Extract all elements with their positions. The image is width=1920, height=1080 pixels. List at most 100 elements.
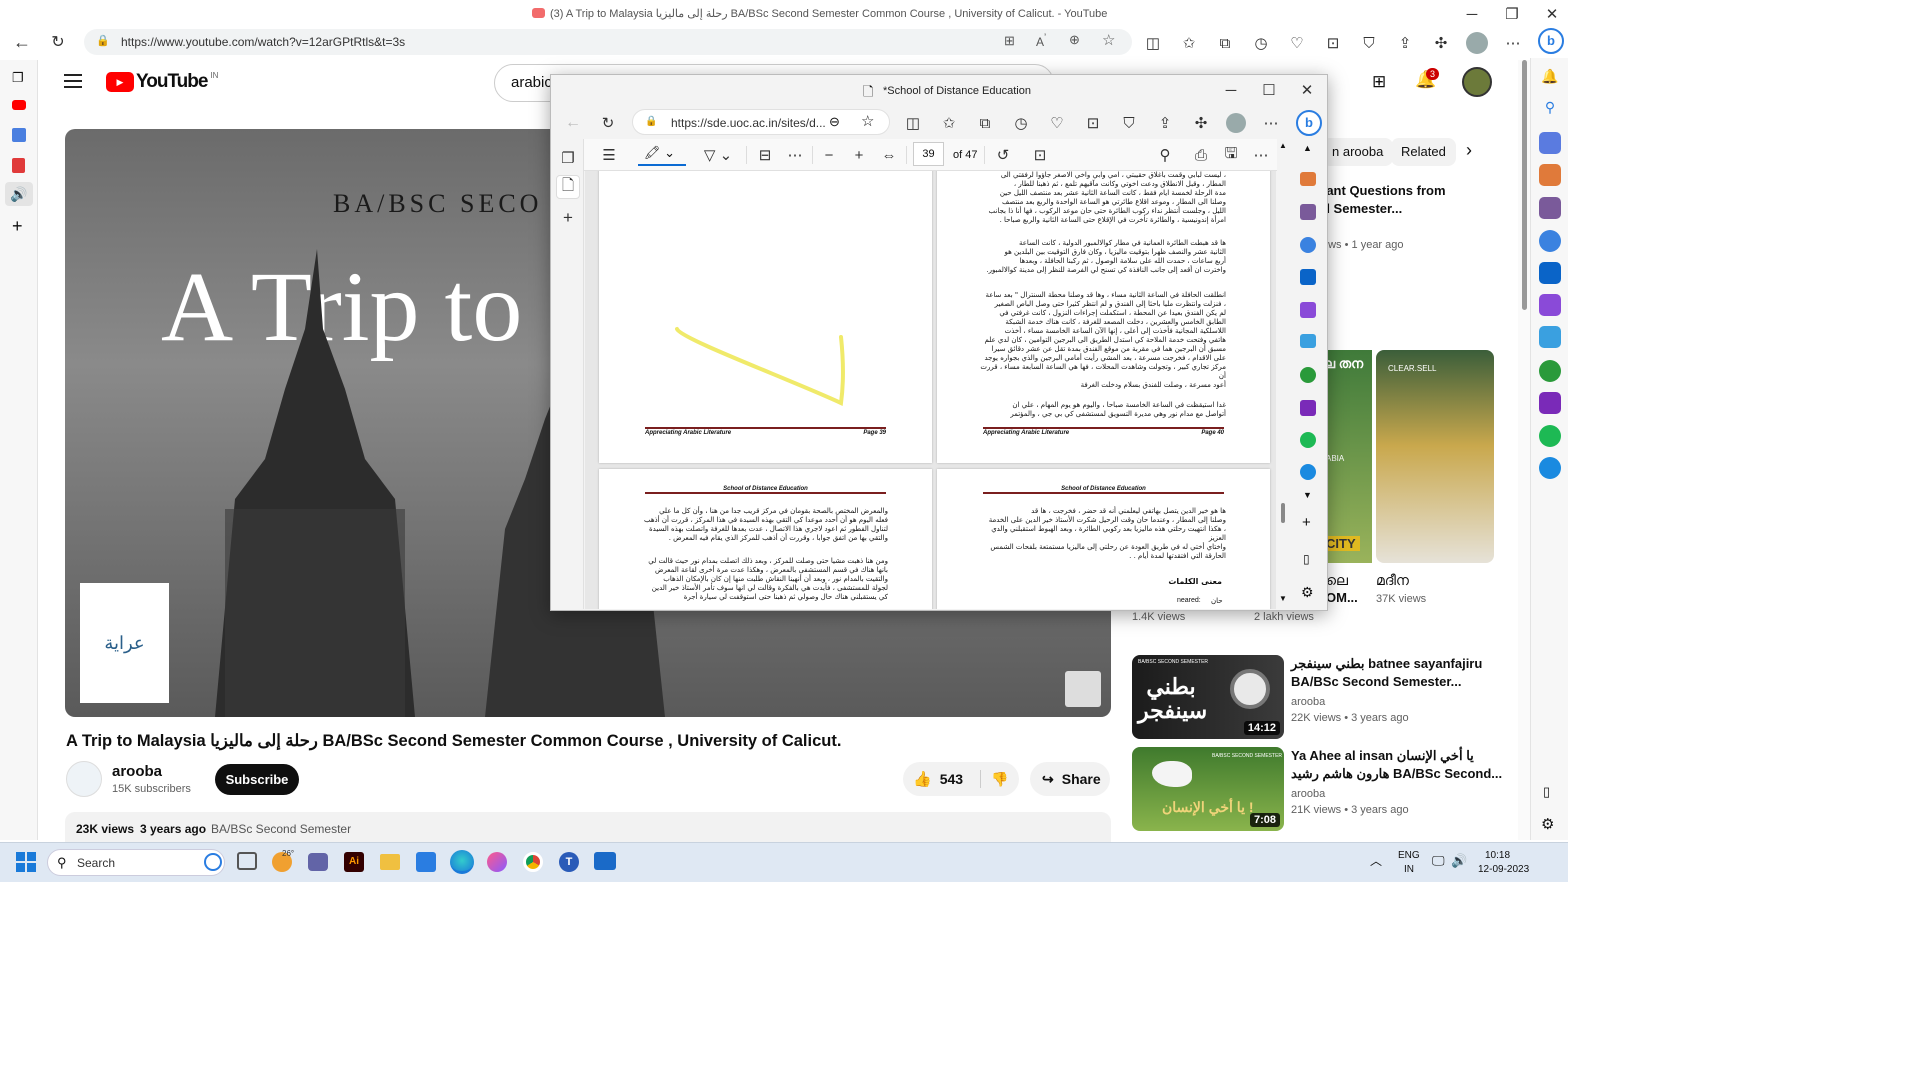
copilot-icon[interactable]: b — [1538, 28, 1564, 54]
pdf-page-input[interactable]: 39 — [913, 142, 944, 166]
clock-time[interactable]: 10:18 — [1485, 850, 1510, 861]
browser-essentials-icon[interactable]: ⛉ — [1358, 32, 1380, 54]
rec-title-partial-2[interactable]: d Semester... — [1322, 200, 1402, 218]
read-aloud-icon[interactable]: Aʼ — [1036, 33, 1046, 49]
pdf-highlight-button[interactable]: 🖍 ⌄ — [638, 142, 686, 166]
pdf-scrollbar[interactable]: ▲ ▼ — [1277, 139, 1289, 609]
pdf-text-icon[interactable]: ⊟ — [754, 145, 776, 165]
teams-classic-icon[interactable]: T — [559, 852, 579, 872]
pdf-draw-button[interactable]: ▽ ⌄ — [696, 145, 740, 165]
apps-icon[interactable]: ⊞ — [1004, 33, 1015, 49]
like-button[interactable]: 👍 543 — [903, 770, 981, 788]
pdf-profile-avatar[interactable] — [1226, 113, 1246, 133]
file-explorer-icon[interactable] — [380, 854, 400, 870]
minimize-button[interactable]: ─ — [1460, 4, 1484, 24]
dislike-button[interactable]: 👎 — [981, 771, 1008, 788]
rec-thumbnail-2[interactable]: BA/BSC SECOND SEMESTER يا أخي الإنسان ! … — [1132, 747, 1284, 831]
pdf-scroll-down-icon[interactable]: ▼ — [1279, 594, 1287, 603]
pdf-contents-icon[interactable]: ☰ — [598, 145, 620, 165]
tab-actions-icon[interactable]: ❐ — [12, 70, 24, 86]
pdf-tab-doc-icon[interactable]: 🗋 — [556, 175, 580, 199]
pdf-sidebar-onenote-icon[interactable] — [1300, 400, 1316, 416]
volume-icon[interactable]: 🔊 — [1451, 853, 1467, 869]
rec-title-2b[interactable]: هارون هاشم رشيد BA/BSc Second... — [1291, 765, 1502, 783]
pdf-sidebar-briefcase-icon[interactable] — [1300, 172, 1316, 186]
pdf-sidebar-spotify-icon[interactable] — [1300, 432, 1316, 448]
youtube-logo[interactable]: ▶ YouTube IN — [106, 71, 218, 93]
favorites-icon[interactable]: ✩ — [1178, 32, 1200, 54]
new-tab-icon[interactable]: + — [12, 216, 23, 237]
split-screen-icon[interactable]: ◫ — [1142, 32, 1164, 54]
share-button[interactable]: ↪ Share — [1030, 762, 1110, 796]
pdf-new-tab-icon[interactable]: + — [558, 208, 578, 228]
rec-title-1b[interactable]: BA/BSc Second Semester... — [1291, 673, 1462, 691]
close-button[interactable]: ✕ — [1540, 4, 1564, 24]
store-icon[interactable] — [416, 852, 436, 872]
pdf-favorites-icon[interactable]: ✩ — [938, 113, 960, 133]
menu-icon[interactable] — [64, 74, 82, 88]
sidebar-designer-icon[interactable] — [1539, 294, 1561, 316]
pdf-refresh-icon[interactable]: ↻ — [597, 112, 619, 134]
share-icon[interactable]: ⇪ — [1394, 32, 1416, 54]
picsart-icon[interactable] — [487, 852, 507, 872]
channel-name[interactable]: arooba — [112, 763, 162, 780]
taskbar-search[interactable]: ⚲ Search — [47, 849, 225, 876]
sidebar-outlook-icon[interactable] — [1539, 262, 1561, 284]
pdf-settings-more-icon[interactable]: ⋯ — [1250, 145, 1272, 165]
description-tag[interactable]: BA/BSc Second Semester — [211, 822, 351, 836]
pdf-more-icon[interactable]: ⋯ — [1260, 113, 1282, 133]
page-scroll-thumb[interactable] — [1521, 60, 1527, 310]
profile-avatar[interactable] — [1466, 32, 1488, 54]
refresh-icon[interactable]: ↻ — [46, 30, 70, 54]
sidebar-onenote-icon[interactable] — [1539, 392, 1561, 414]
sidebar-m365-icon[interactable] — [1539, 230, 1561, 252]
create-icon[interactable]: ⊞ — [1372, 72, 1386, 92]
short-thumbnail-2[interactable]: CLEAR.SELL — [1376, 350, 1494, 563]
chip-arooba[interactable]: n arooba — [1322, 138, 1394, 166]
pdf-print-icon[interactable]: ⎙ — [1190, 145, 1212, 165]
pdf-sidebar-settings-icon[interactable]: ⚙ — [1301, 584, 1314, 601]
sidebar-settings-icon[interactable]: ⚙ — [1541, 815, 1554, 833]
pdf-search-icon[interactable]: ⚲ — [1154, 145, 1176, 165]
pdf-close-button[interactable]: ✕ — [1297, 81, 1317, 99]
sidebar-bell-icon[interactable]: 🔔 — [1539, 68, 1561, 90]
pdf-split-icon[interactable]: ◫ — [902, 113, 924, 133]
pdf-zoom-out-icon[interactable]: − — [818, 145, 840, 165]
sidebar-search-icon[interactable]: ⚲ — [1539, 99, 1561, 121]
task-view-icon[interactable] — [237, 852, 257, 870]
collections-icon[interactable]: ⧉ — [1214, 32, 1236, 54]
edge-taskbar-icon[interactable] — [450, 850, 474, 874]
sidebar-send-icon[interactable] — [1539, 326, 1561, 348]
pdf-heart-icon[interactable]: ♡ — [1046, 113, 1068, 133]
pdf-scroll-thumb[interactable] — [1281, 503, 1285, 523]
pdf-viewer[interactable]: Appreciating Arabic Literature Page 39 ،… — [585, 171, 1276, 609]
pdf-extensions-icon[interactable]: ✣ — [1190, 113, 1212, 133]
remote-desktop-icon[interactable] — [594, 852, 616, 870]
pdf-minimize-button[interactable]: ─ — [1221, 81, 1241, 99]
description-box[interactable]: 23K views 3 years ago BA/BSc Second Seme… — [65, 812, 1111, 842]
pdf-address-bar[interactable]: 🔒 https://sde.uoc.ac.in/sites/d... ⊖ ☆ — [632, 109, 890, 135]
pdf-screenshot-icon[interactable]: ⊡ — [1082, 113, 1104, 133]
short-title-1b[interactable]: OM... — [1326, 590, 1358, 605]
tab-translate-icon[interactable] — [12, 128, 26, 142]
search-input[interactable]: arabic — [511, 74, 552, 91]
pdf-page-view-icon[interactable]: ⊡ — [1029, 145, 1051, 165]
chrome-icon[interactable] — [523, 852, 543, 872]
short-title-2[interactable]: മദീന — [1376, 572, 1409, 589]
extensions-icon[interactable]: ✣ — [1430, 32, 1452, 54]
network-icon[interactable]: 🖵 — [1432, 853, 1445, 869]
back-icon[interactable]: ← — [10, 30, 34, 54]
more-icon[interactable]: ⋯ — [1502, 32, 1524, 54]
page-scrollbar[interactable] — [1518, 60, 1530, 840]
pdf-sidebar-outlook-icon[interactable] — [1300, 269, 1316, 285]
rec-title-partial[interactable]: tant Questions from — [1322, 182, 1446, 200]
rec-channel-1[interactable]: arooba — [1291, 696, 1325, 708]
restore-button[interactable]: ❐ — [1500, 4, 1524, 24]
rec-title-2[interactable]: Ya Ahee al insan يا أخي الإنسان — [1291, 747, 1474, 765]
teams-icon[interactable] — [308, 853, 328, 871]
zoom-icon[interactable]: ⊕ — [1069, 32, 1080, 48]
pdf-copilot-icon[interactable]: b — [1296, 110, 1322, 136]
subscribe-button[interactable]: Subscribe — [215, 764, 299, 795]
pdf-sidebar-tree-icon[interactable] — [1300, 367, 1316, 383]
pdf-sidebar-add-icon[interactable]: + — [1302, 514, 1311, 531]
